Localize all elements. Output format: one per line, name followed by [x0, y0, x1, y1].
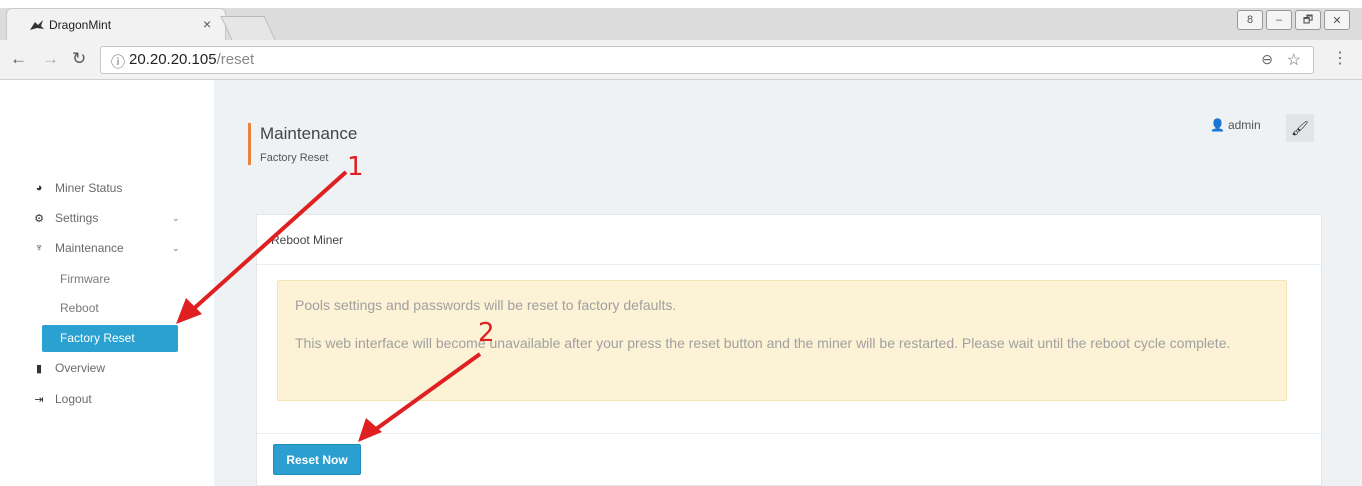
back-arrow-icon[interactable]: ←	[10, 49, 27, 69]
alert-text-1: Pools settings and passwords will be res…	[295, 297, 677, 313]
sidebar-item-maintenance[interactable]: ♆ Maintenance ⌄	[32, 241, 180, 255]
dragon-favicon-icon	[30, 20, 44, 30]
panel-header: Reboot Miner	[257, 215, 1321, 265]
zoom-icon[interactable]: ⊖	[1261, 51, 1273, 68]
tab-strip: DragonMint × 8 – 🗗 ✕	[0, 8, 1362, 40]
minimize-window-button[interactable]: –	[1266, 10, 1292, 30]
close-window-button[interactable]: ✕	[1324, 10, 1350, 30]
sidebar: ◕ Miner Status ⚙ Settings ⌄ ♆ Maintenanc…	[0, 80, 214, 486]
sign-out-icon: ⇥	[34, 393, 44, 406]
bookmark-star-icon[interactable]: ☆	[1287, 50, 1301, 70]
sidebar-item-settings[interactable]: ⚙ Settings ⌄	[32, 211, 179, 225]
reset-now-button[interactable]: Reset Now	[273, 444, 361, 475]
warning-alert: Pools settings and passwords will be res…	[277, 280, 1287, 401]
sidebar-subitem-factory-reset[interactable]: Factory Reset	[42, 325, 178, 352]
browser-chrome: DragonMint × 8 – 🗗 ✕ ← → ↻ ⓘ 20.20.20.10…	[0, 0, 1362, 80]
user-menu[interactable]: 👤 admin	[1210, 118, 1261, 132]
address-bar[interactable]: ⓘ 20.20.20.105/reset ⊖ ☆	[100, 46, 1314, 74]
restore-window-button[interactable]: 🗗	[1295, 10, 1321, 30]
reload-icon[interactable]: ↻	[72, 49, 86, 69]
annotation-step-2: 2	[478, 318, 495, 348]
sidebar-item-miner-status[interactable]: ◕ Miner Status	[32, 181, 123, 195]
profile-window-button[interactable]: 8	[1237, 10, 1263, 30]
browser-tab[interactable]: DragonMint ×	[6, 8, 226, 40]
sidebar-subitem-reboot[interactable]: Reboot	[60, 301, 99, 315]
paint-brush-icon: 🖌	[1291, 119, 1309, 136]
page-title: Maintenance	[260, 124, 358, 143]
dashboard-icon: ◕	[35, 182, 43, 194]
title-accent-bar	[248, 123, 251, 165]
user-icon: 👤	[1210, 118, 1225, 132]
window-controls: 8 – 🗗 ✕	[1237, 10, 1350, 30]
url-host: 20.20.20.105	[129, 51, 217, 68]
sidebar-item-label: Settings	[55, 211, 99, 225]
panel-footer-divider	[257, 433, 1321, 434]
chevron-down-icon: ⌄	[172, 212, 180, 223]
url-text: 20.20.20.105/reset	[129, 51, 254, 68]
tab-title: DragonMint	[49, 18, 112, 32]
chevron-down-icon: ⌄	[172, 242, 180, 253]
url-path: /reset	[216, 51, 255, 68]
page-subtitle: Factory Reset	[260, 152, 329, 164]
main-content: Maintenance Factory Reset 👤 admin 🖌 Rebo…	[214, 80, 1362, 486]
sidebar-item-overview[interactable]: ▮ Overview	[32, 361, 105, 375]
tab-close-icon[interactable]: ×	[203, 16, 211, 32]
panel-title: Reboot Miner	[271, 233, 344, 247]
sidebar-item-label: Miner Status	[55, 181, 123, 195]
alert-text-2: This web interface will become unavailab…	[295, 335, 1231, 351]
info-icon[interactable]: ⓘ	[111, 52, 125, 72]
sidebar-item-logout[interactable]: ⇥ Logout	[32, 392, 92, 406]
forward-arrow-icon[interactable]: →	[42, 49, 59, 69]
sidebar-subitem-firmware[interactable]: Firmware	[60, 272, 110, 286]
plug-icon: ♆	[34, 242, 44, 254]
sidebar-item-label: Logout	[55, 392, 92, 406]
browser-navbar: ← → ↻ ⓘ 20.20.20.105/reset ⊖ ☆ ⋮	[0, 40, 1362, 80]
chip-icon: ▮	[35, 362, 43, 375]
new-tab-button[interactable]	[220, 16, 276, 40]
sidebar-item-label: Maintenance	[55, 241, 124, 255]
username: admin	[1227, 118, 1261, 132]
cogs-icon: ⚙	[34, 212, 44, 225]
sidebar-item-label: Overview	[55, 361, 106, 375]
theme-brush-button[interactable]: 🖌	[1286, 114, 1314, 142]
annotation-step-1: 1	[347, 152, 364, 182]
browser-menu-icon[interactable]: ⋮	[1332, 48, 1348, 68]
reboot-miner-panel: Reboot Miner Pools settings and password…	[256, 214, 1322, 486]
